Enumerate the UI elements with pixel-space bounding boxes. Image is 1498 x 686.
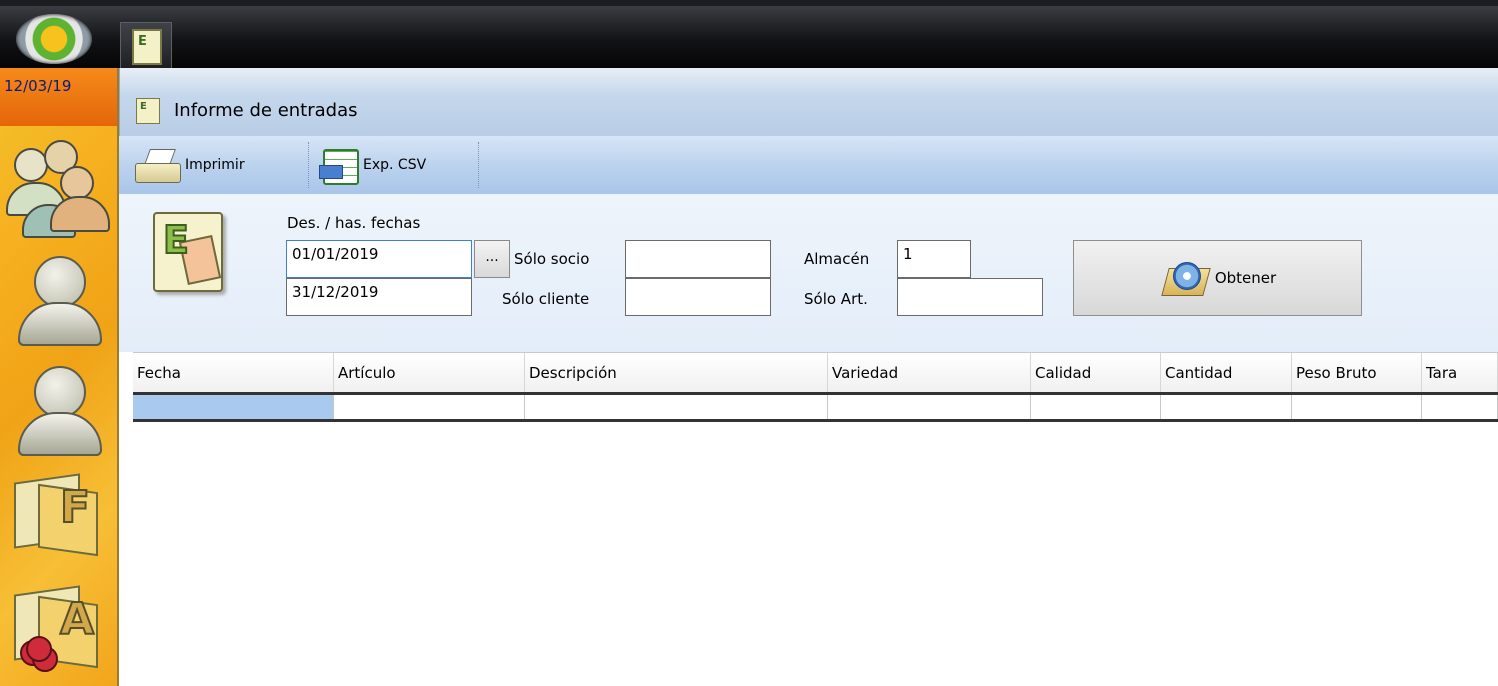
entries-grid: Fecha Artículo Descripción Variedad Cali… <box>133 352 1498 422</box>
entries-report-icon: E <box>149 208 225 294</box>
obtener-label: Obtener <box>1214 269 1277 287</box>
date-display: 12/03/19 <box>0 68 117 126</box>
socio-label: Sólo socio <box>514 250 590 268</box>
report-icon: E <box>136 98 160 124</box>
cliente-label: Sólo cliente <box>502 290 590 308</box>
articulo-input[interactable] <box>897 278 1043 316</box>
export-csv-label: Exp. CSV <box>363 157 427 173</box>
print-button-label: Imprimir <box>185 157 245 173</box>
table-cell[interactable] <box>1161 395 1292 419</box>
print-button[interactable]: Imprimir <box>133 142 309 188</box>
socio-input[interactable] <box>625 240 771 278</box>
table-row[interactable] <box>133 392 1498 422</box>
app-titlebar: E <box>0 6 1498 74</box>
table-cell-selected[interactable] <box>133 395 334 419</box>
table-cell[interactable] <box>1031 395 1161 419</box>
table-cell[interactable] <box>1292 395 1422 419</box>
column-header-variedad[interactable]: Variedad <box>828 353 1031 393</box>
almacen-label: Almacén <box>804 250 870 268</box>
column-header-peso-bruto[interactable]: Peso Bruto <box>1292 353 1422 393</box>
dates-label: Des. / has. fechas <box>287 214 421 232</box>
window-title: Informe de entradas <box>174 100 358 121</box>
report-window: E Informe de entradas Imprimir Exp. CSV … <box>119 68 1498 686</box>
date-picker-button[interactable]: ... <box>474 240 510 278</box>
document-f-icon[interactable]: F <box>4 460 112 560</box>
date-to-input[interactable]: 31/12/2019 <box>286 278 472 316</box>
column-header-cantidad[interactable]: Cantidad <box>1161 353 1292 393</box>
cliente-input[interactable] <box>625 278 771 316</box>
grid-header: Fecha Artículo Descripción Variedad Cali… <box>133 352 1498 394</box>
table-cell[interactable] <box>334 395 525 419</box>
app-orb-button[interactable] <box>16 14 92 64</box>
printer-icon <box>133 147 183 183</box>
user-icon[interactable] <box>4 244 112 346</box>
folder-target-icon <box>1159 258 1211 298</box>
entries-doc-icon: E <box>132 29 162 65</box>
table-cell[interactable] <box>828 395 1031 419</box>
articulo-label: Sólo Art. <box>804 290 868 308</box>
user-icon[interactable] <box>4 354 112 456</box>
window-titlebar: E Informe de entradas <box>119 68 1498 136</box>
table-cell[interactable] <box>525 395 828 419</box>
export-csv-button[interactable]: Exp. CSV <box>319 142 479 188</box>
column-header-articulo[interactable]: Artículo <box>334 353 525 393</box>
date-from-input[interactable]: 01/01/2019 <box>286 240 472 278</box>
entries-app-tab[interactable]: E <box>120 22 172 74</box>
csv-export-icon <box>319 147 361 185</box>
filter-panel: E Des. / has. fechas 01/01/2019 31/12/20… <box>119 194 1498 352</box>
column-header-calidad[interactable]: Calidad <box>1031 353 1161 393</box>
column-header-descripcion[interactable]: Descripción <box>525 353 828 393</box>
column-header-tara[interactable]: Tara <box>1422 353 1498 393</box>
group-users-icon[interactable] <box>4 138 112 238</box>
obtener-button[interactable]: Obtener <box>1073 240 1362 316</box>
toolbar: Imprimir Exp. CSV <box>119 136 1498 195</box>
document-a-icon[interactable]: A <box>4 572 112 672</box>
column-header-fecha[interactable]: Fecha <box>133 353 334 393</box>
table-cell[interactable] <box>1422 395 1498 419</box>
almacen-input[interactable]: 1 <box>897 240 971 278</box>
sidebar: 12/03/19 F A <box>0 68 119 686</box>
